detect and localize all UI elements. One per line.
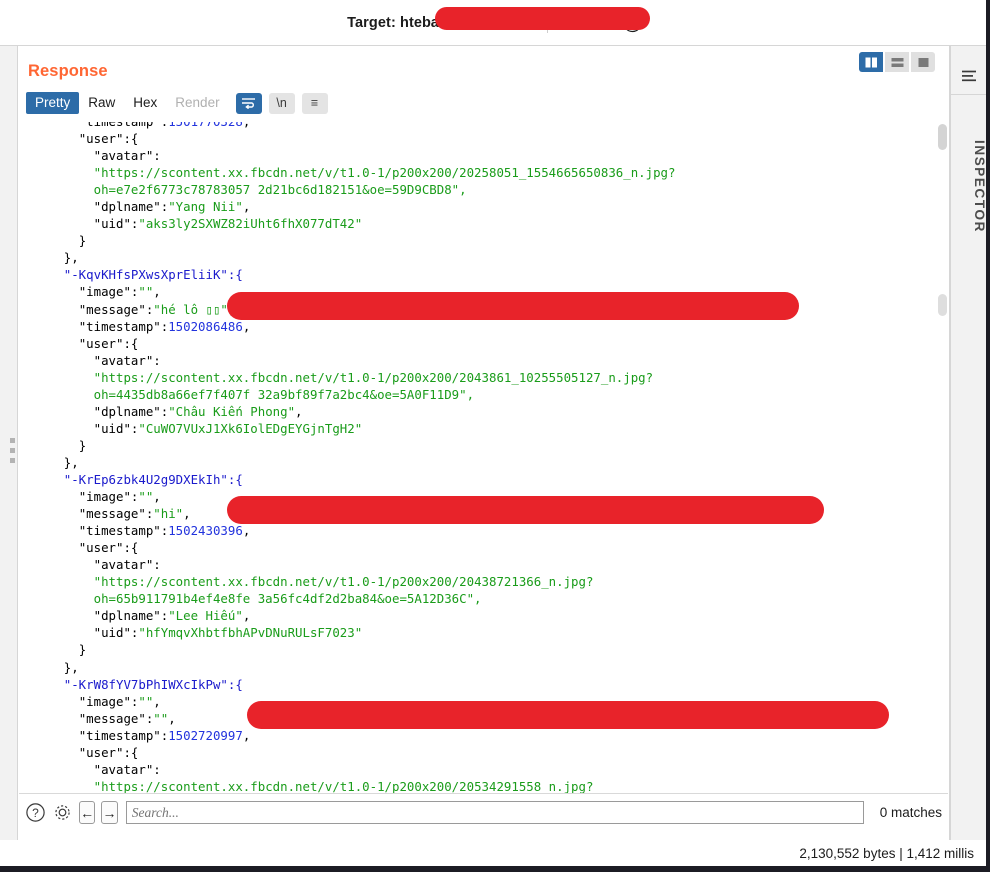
response-scrollbar-thumb[interactable] [938,124,947,150]
target-url-redaction [434,6,650,30]
left-gutter [0,46,18,872]
layout-buttons-group [859,52,935,72]
search-prev-button[interactable]: ← [79,801,96,824]
search-matches-label: 0 matches [879,805,942,820]
status-bytes-millis: 2,130,552 bytes | 1,412 millis [799,845,974,861]
svg-text:?: ? [32,806,39,820]
layout-split-horizontal-button[interactable] [885,52,909,72]
search-toolbar: ? ← → 0 matches [19,793,948,831]
gear-icon[interactable] [52,801,73,825]
target-url: ebaseio.com [414,6,650,31]
tab-render: Render [175,95,220,110]
response-scrollbar[interactable] [938,124,947,829]
show-newlines-icon[interactable]: \n [268,92,295,114]
word-wrap-icon[interactable] [235,92,262,114]
search-input[interactable] [125,801,864,824]
page-title: Response [28,62,108,80]
tab-raw[interactable]: Raw [79,92,124,114]
window-right-edge [986,0,990,872]
url-redaction-bar [227,292,799,320]
search-next-button[interactable]: → [101,801,118,824]
tab-pretty[interactable]: Pretty [26,92,80,114]
target-label: Target: ht [347,14,414,31]
url-redaction-bar [247,701,889,729]
response-panel: Response Pretty Raw Hex Render \n ≡ "use… [18,46,950,872]
menu-icon[interactable]: ≡ [301,92,328,114]
target-bar-content: Target: ht ebaseio.com HTTP/1 ? [347,6,650,33]
burp-repeater-window: Target: ht ebaseio.com HTTP/1 ? [0,0,990,872]
layout-single-pane-button[interactable] [911,52,935,72]
panel-drag-handle[interactable] [10,438,15,463]
response-scrollbar-thumb-secondary[interactable] [938,294,947,316]
inspector-divider [951,94,987,95]
search-help-icon[interactable]: ? [25,801,46,825]
target-bar: Target: ht ebaseio.com HTTP/1 ? [0,0,990,46]
inspector-label: INSPECTOR [972,139,987,233]
inspector-menu-icon[interactable] [951,60,987,92]
view-mode-tabs: Pretty Raw Hex Render \n ≡ [26,92,328,114]
status-bar: 2,130,552 bytes | 1,412 millis [0,840,986,866]
inspector-rail[interactable]: INSPECTOR [950,46,987,872]
window-bottom-edge [0,866,990,872]
layout-split-vertical-button[interactable] [859,52,883,72]
response-body-view[interactable]: "timestamp":1501770328, "user":{ "avatar… [19,122,947,847]
url-redaction-bar [227,496,824,524]
tab-hex[interactable]: Hex [124,92,166,114]
